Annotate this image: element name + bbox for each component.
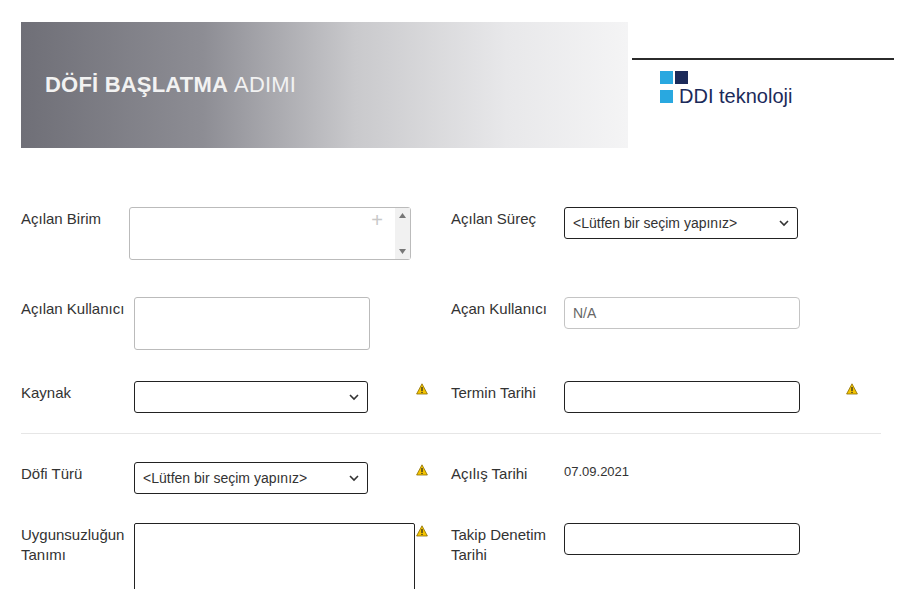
form-field: Takip Denetim Tarihi (451, 523, 881, 589)
form-row: Açılan Kullanıcı Açan KullanıcıN/A (21, 297, 881, 350)
logo-square-icon (675, 71, 688, 84)
field-label: Uygunsuzluğun Tanımı (21, 523, 134, 566)
field-label: Açılış Tarihi (451, 462, 564, 484)
field-label: Açılan Birim (21, 207, 134, 229)
warning-icon (416, 525, 428, 537)
scroll-up-icon[interactable] (399, 213, 406, 218)
form-row: Kaynak Termin Tarihi (21, 381, 881, 413)
warning-icon (416, 464, 428, 476)
unit-listbox[interactable]: + (129, 207, 411, 260)
select-field[interactable]: <Lütfen bir seçim yapınız> (134, 462, 368, 494)
divider (21, 433, 881, 434)
chevron-down-icon (779, 220, 789, 227)
form-field: Açılış Tarihi07.09.2021 (451, 462, 881, 494)
field-label: Kaynak (21, 381, 134, 403)
warning-icon (416, 383, 428, 395)
form-field: Uygunsuzluğun Tanımı (21, 523, 451, 589)
page: DÖFİ BAŞLATMAADIMI DDI teknoloji Açılan Bi… (0, 0, 899, 589)
form-field: Kaynak (21, 381, 451, 413)
logo-square-icon (660, 71, 673, 84)
form-field: Açılan Süreç<Lütfen bir seçim yapınız> (451, 207, 881, 260)
field-label: Döfi Türü (21, 462, 134, 484)
add-button[interactable]: + (371, 208, 395, 259)
form-row: Uygunsuzluğun Tanımı Takip Denetim Tarihi (21, 523, 881, 589)
company-logo: DDI teknoloji (660, 71, 894, 106)
logo-text: DDI teknoloji (679, 86, 792, 106)
field-label: Açılan Kullanıcı (21, 297, 134, 319)
field-label: Termin Tarihi (451, 381, 564, 403)
text-input: N/A (564, 297, 800, 329)
select-field[interactable]: <Lütfen bir seçim yapınız> (564, 207, 798, 239)
form-row: Açılan Birim + Açılan Süreç<Lütfen bir seç… (21, 207, 881, 260)
scroll-down-icon[interactable] (399, 249, 406, 254)
select-field[interactable] (134, 381, 368, 413)
text-input[interactable] (564, 381, 800, 413)
warning-icon (846, 383, 858, 395)
banner: DÖFİ BAŞLATMAADIMI (21, 22, 628, 148)
logo-square-icon (660, 90, 673, 103)
textarea-field[interactable] (134, 297, 370, 350)
chevron-down-icon (349, 394, 359, 401)
form-field: Açılan Kullanıcı (21, 297, 451, 350)
date-text: 07.09.2021 (564, 462, 845, 479)
chevron-down-icon (349, 475, 359, 482)
form-field: Açan KullanıcıN/A (451, 297, 881, 350)
header: DÖFİ BAŞLATMAADIMI DDI teknoloji (21, 22, 894, 148)
field-label: Açılan Süreç (451, 207, 564, 229)
form-field: Döfi Türü<Lütfen bir seçim yapınız> (21, 462, 451, 494)
logo-area: DDI teknoloji (632, 58, 894, 148)
scrollbar[interactable] (395, 208, 410, 259)
form-field: Açılan Birim + (21, 207, 451, 260)
form-row: Döfi Türü<Lütfen bir seçim yapınız>Açılı… (21, 462, 881, 494)
form-field: Termin Tarihi (451, 381, 881, 413)
field-label: Açan Kullanıcı (451, 297, 564, 319)
form: Açılan Birim+Açılan Süreç<Lütfen bir seç… (21, 148, 881, 589)
page-title: DÖFİ BAŞLATMAADIMI (45, 72, 296, 98)
field-label: Takip Denetim Tarihi (451, 523, 564, 566)
text-input[interactable] (564, 523, 800, 555)
description-textarea[interactable] (134, 523, 415, 589)
